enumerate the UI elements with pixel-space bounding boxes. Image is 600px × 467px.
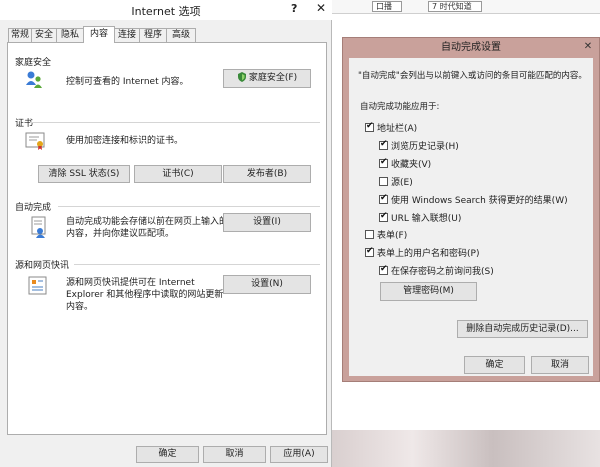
checkbox-label: 表单(F)	[377, 231, 408, 241]
ask-before-saving-checkbox[interactable]: ✔ 在保存密码之前询问我(S)	[379, 264, 494, 278]
close-button[interactable]: ✕	[312, 0, 330, 16]
checkmark-icon: ✔	[380, 264, 388, 274]
manage-passwords-button[interactable]: 管理密码(M)	[380, 282, 477, 301]
dialog-title: Internet 选项	[131, 5, 201, 18]
family-safety-button[interactable]: 家庭安全(F)	[223, 69, 311, 88]
checkbox-box[interactable]	[365, 230, 374, 239]
apply-button[interactable]: 应用(A)	[270, 446, 328, 463]
feeds-description-line1: 源和网页快讯提供可在 Internet	[66, 278, 195, 288]
autocomplete-dialog-title: 自动完成设置	[441, 42, 501, 53]
feeds-description: 源和网页快讯提供可在 Internet Explorer 和其他程序中读取的网站…	[66, 277, 223, 313]
checkmark-icon: ✔	[366, 121, 374, 131]
background-toolbar: 口播 7 时代知道	[332, 0, 600, 14]
certificates-divider	[30, 122, 320, 123]
checkbox-label: 在保存密码之前询问我(S)	[391, 267, 494, 277]
checkbox-label: 源(E)	[391, 178, 413, 188]
browsing-history-checkbox[interactable]: ✔ 浏览历史记录(H)	[379, 139, 459, 153]
favorites-checkbox[interactable]: ✔ 收藏夹(V)	[379, 157, 432, 171]
checkbox-label: 浏览历史记录(H)	[391, 142, 459, 152]
feeds-checkbox[interactable]: 源(E)	[379, 177, 413, 189]
tab-security[interactable]: 安全	[31, 28, 57, 42]
checkbox-label: 表单上的用户名和密码(P)	[377, 249, 480, 259]
content-tab-panel: 家庭安全 控制可查看的 Internet 内容。 家庭安全(F) 证书 使用加密…	[7, 42, 327, 435]
autocomplete-intro: "自动完成"会列出与以前键入或访问的条目可能匹配的内容。	[358, 71, 587, 81]
family-safety-button-label: 家庭安全(F)	[248, 73, 298, 83]
checkbox-box[interactable]	[379, 177, 388, 186]
autocomplete-ok-button[interactable]: 确定	[464, 356, 525, 374]
checkbox-box[interactable]: ✔	[379, 211, 388, 222]
url-suggestions-checkbox[interactable]: ✔ URL 输入联想(U)	[379, 211, 462, 225]
checkbox-box[interactable]: ✔	[365, 246, 374, 257]
autocomplete-dialog-body: "自动完成"会列出与以前键入或访问的条目可能匹配的内容。 自动完成功能应用于: …	[349, 58, 593, 376]
checkmark-icon: ✔	[380, 157, 388, 167]
checkbox-box[interactable]: ✔	[379, 264, 388, 275]
family-safety-heading: 家庭安全	[15, 58, 52, 68]
shield-icon	[237, 72, 247, 82]
autocomplete-divider	[58, 206, 320, 207]
checkbox-label: 收藏夹(V)	[391, 160, 432, 170]
checkbox-box[interactable]: ✔	[379, 139, 388, 150]
ok-button[interactable]: 确定	[136, 446, 199, 463]
feeds-description-line2: Explorer 和其他程序中读取的网站更新	[66, 290, 224, 300]
family-safety-icon	[23, 69, 45, 91]
background-tab-2[interactable]: 7 时代知道	[428, 1, 482, 12]
background-tab[interactable]: 口播	[372, 1, 402, 12]
checkmark-icon: ✔	[366, 246, 374, 256]
autocomplete-heading: 自动完成	[15, 203, 52, 213]
feeds-settings-button[interactable]: 设置(N)	[223, 275, 311, 294]
tab-connections[interactable]: 连接	[114, 28, 140, 42]
help-button[interactable]: ?	[291, 2, 297, 15]
feeds-heading: 源和网页快讯	[15, 261, 70, 271]
tab-general[interactable]: 常规	[8, 28, 32, 42]
tab-content[interactable]: 内容	[83, 26, 115, 43]
autocomplete-description: 自动完成功能会存储以前在网页上输入的 内容，并向你建议匹配项。	[66, 216, 228, 240]
autocomplete-settings-dialog: 自动完成设置 ✕ "自动完成"会列出与以前键入或访问的条目可能匹配的内容。 自动…	[342, 37, 600, 382]
tab-advanced[interactable]: 高级	[166, 28, 196, 42]
certificates-button[interactable]: 证书(C)	[134, 165, 222, 183]
desktop-wallpaper	[332, 430, 600, 467]
feeds-divider	[74, 264, 320, 265]
address-bar-checkbox[interactable]: ✔ 地址栏(A)	[365, 121, 418, 135]
tab-programs[interactable]: 程序	[139, 28, 167, 42]
feeds-description-line3: 内容。	[66, 302, 94, 312]
checkmark-icon: ✔	[380, 211, 388, 221]
checkbox-box[interactable]: ✔	[379, 193, 388, 204]
feeds-icon	[28, 276, 48, 296]
publishers-button[interactable]: 发布者(B)	[223, 165, 311, 183]
checkbox-box[interactable]: ✔	[365, 121, 374, 132]
title-bar: Internet 选项 ? ✕	[0, 0, 332, 20]
certificates-description: 使用加密连接和标识的证书。	[66, 136, 184, 146]
autocomplete-icon	[30, 216, 50, 238]
checkmark-icon: ✔	[380, 193, 388, 203]
form-passwords-checkbox[interactable]: ✔ 表单上的用户名和密码(P)	[365, 246, 480, 260]
internet-options-dialog: Internet 选项 ? ✕ 常规 安全 隐私 内容 连接 程序 高级 家庭安…	[0, 0, 332, 467]
certificate-icon	[25, 131, 47, 151]
cancel-button[interactable]: 取消	[203, 446, 266, 463]
checkbox-box[interactable]: ✔	[379, 157, 388, 168]
autocomplete-group-label: 自动完成功能应用于:	[360, 102, 440, 112]
delete-autocomplete-history-button[interactable]: 删除自动完成历史记录(D)...	[457, 320, 588, 338]
clear-ssl-state-button[interactable]: 清除 SSL 状态(S)	[38, 165, 130, 183]
checkmark-icon: ✔	[380, 139, 388, 149]
forms-checkbox[interactable]: 表单(F)	[365, 230, 407, 242]
autocomplete-description-line2: 内容，并向你建议匹配项。	[66, 229, 175, 239]
autocomplete-close-button[interactable]: ✕	[580, 40, 596, 54]
checkbox-label: 地址栏(A)	[377, 124, 418, 134]
checkbox-label: 使用 Windows Search 获得更好的结果(W)	[391, 196, 568, 206]
autocomplete-cancel-button[interactable]: 取消	[531, 356, 589, 374]
family-safety-description: 控制可查看的 Internet 内容。	[66, 77, 189, 87]
autocomplete-settings-button[interactable]: 设置(I)	[223, 213, 311, 232]
windows-search-checkbox[interactable]: ✔ 使用 Windows Search 获得更好的结果(W)	[379, 193, 568, 207]
autocomplete-description-line1: 自动完成功能会存储以前在网页上输入的	[66, 217, 229, 227]
tab-privacy[interactable]: 隐私	[56, 28, 84, 42]
checkbox-label: URL 输入联想(U)	[391, 214, 462, 224]
